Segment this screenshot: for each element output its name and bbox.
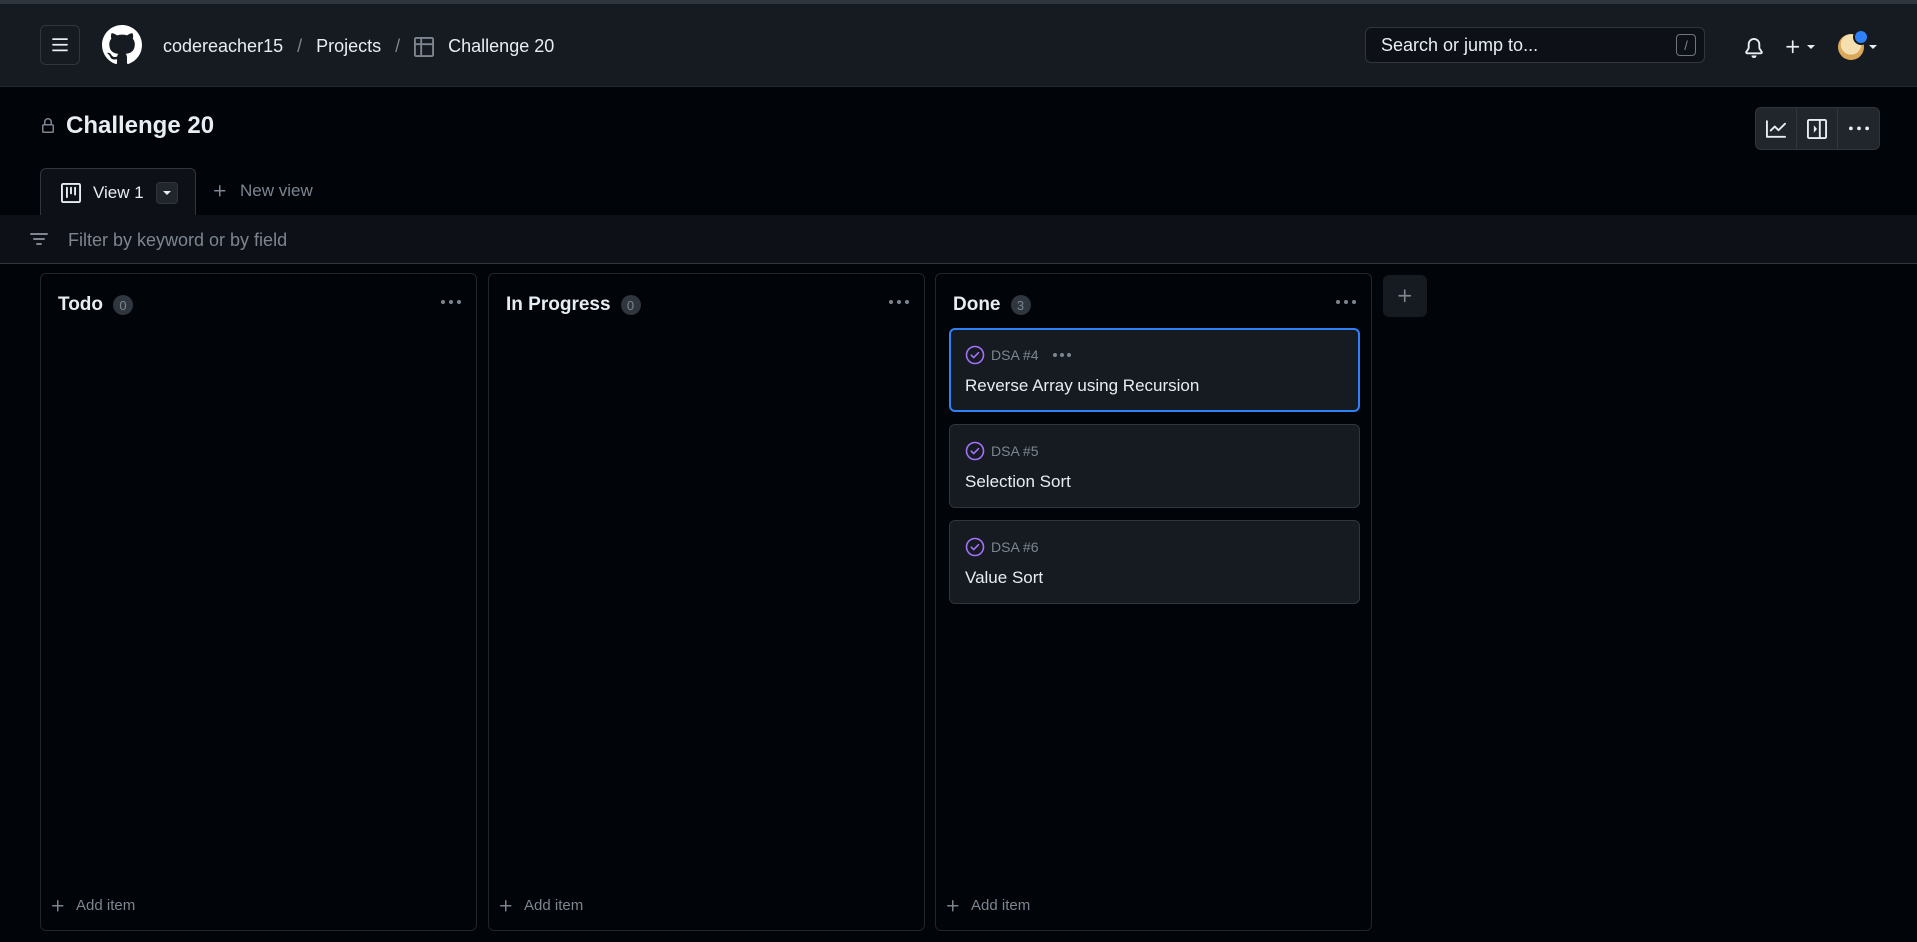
caret-down-icon	[1869, 45, 1877, 49]
count-badge: 3	[1010, 295, 1031, 315]
tab-label: View 1	[93, 182, 144, 202]
table-icon	[414, 36, 435, 57]
new-view-label: New view	[240, 181, 313, 200]
search-input[interactable]: Search or jump to... /	[1365, 27, 1705, 63]
plus-icon	[1786, 40, 1800, 54]
global-header: codereacher15 / Projects / Challenge 20 …	[0, 0, 1917, 87]
kebab-horizontal-icon	[441, 300, 461, 304]
create-new-button[interactable]	[1784, 38, 1816, 56]
card-title[interactable]: Reverse Array using Recursion	[965, 376, 1199, 396]
sidebar-icon	[1807, 118, 1827, 139]
add-item-label: Add item	[76, 897, 136, 914]
view-tabs: View 1 New view	[0, 168, 1917, 216]
new-view-button[interactable]: New view	[212, 181, 313, 201]
notification-dot	[1853, 29, 1869, 45]
plus-icon	[1398, 289, 1412, 303]
user-menu-button[interactable]	[1838, 29, 1878, 60]
breadcrumb-projects[interactable]: Projects	[316, 36, 381, 57]
column-more-button[interactable]	[888, 298, 910, 306]
column-header: Todo 0	[58, 294, 134, 316]
count-badge: 0	[620, 295, 641, 315]
plus-icon	[52, 899, 64, 911]
column-header: Done 3	[953, 294, 1031, 316]
column-done: Done 3 DSA #4 Reverse Array using Recurs…	[935, 273, 1372, 931]
card-meta: DSA #4	[965, 345, 1072, 365]
board-card[interactable]: DSA #6 Value Sort	[949, 520, 1360, 604]
tab-view-1[interactable]: View 1	[40, 168, 196, 216]
breadcrumb-separator: /	[297, 36, 303, 56]
kebab-horizontal-icon	[1848, 126, 1869, 130]
issue-closed-icon	[965, 441, 985, 461]
page-title[interactable]: Challenge 20	[66, 112, 214, 140]
card-title[interactable]: Selection Sort	[965, 472, 1071, 492]
caret-down-icon	[162, 190, 171, 195]
breadcrumb-separator: /	[395, 36, 401, 56]
column-todo: Todo 0 Add item	[40, 273, 477, 931]
column-title: In Progress	[506, 294, 611, 315]
graph-icon	[1766, 119, 1786, 138]
plus-icon	[500, 899, 512, 911]
card-title[interactable]: Value Sort	[965, 568, 1043, 588]
count-badge: 0	[113, 295, 134, 315]
filter-input[interactable]	[66, 225, 670, 255]
project-actions	[1755, 107, 1880, 150]
issue-closed-icon	[965, 537, 985, 557]
view-options-button[interactable]	[155, 181, 178, 204]
column-header: In Progress 0	[506, 294, 641, 316]
insights-button[interactable]	[1756, 108, 1797, 149]
add-item-button[interactable]: Add item	[50, 897, 135, 914]
kebab-horizontal-icon	[889, 300, 909, 304]
lock-icon	[42, 118, 54, 133]
column-title: Todo	[58, 294, 104, 315]
column-in-progress: In Progress 0 Add item	[488, 273, 925, 931]
project-title-row: Challenge 20	[40, 112, 214, 140]
add-item-label: Add item	[971, 897, 1031, 914]
search-placeholder: Search or jump to...	[1381, 34, 1539, 55]
plus-icon	[947, 899, 959, 911]
kebab-horizontal-icon	[1336, 300, 1356, 304]
filter-icon	[30, 233, 48, 245]
avatar	[1838, 29, 1869, 60]
card-ref: DSA #5	[991, 443, 1039, 459]
more-options-button[interactable]	[1838, 108, 1879, 149]
add-item-button[interactable]: Add item	[945, 897, 1030, 914]
breadcrumb-project[interactable]: Challenge 20	[448, 36, 554, 57]
filter-bar	[0, 215, 1917, 264]
kebab-horizontal-icon[interactable]	[1052, 352, 1072, 358]
column-title: Done	[953, 294, 1001, 315]
notifications-button[interactable]	[1744, 38, 1764, 58]
board-card[interactable]: DSA #4 Reverse Array using Recursion	[949, 328, 1360, 412]
menu-button[interactable]	[40, 25, 80, 65]
menu-icon	[52, 38, 68, 52]
add-item-label: Add item	[524, 897, 584, 914]
column-more-button[interactable]	[1335, 298, 1357, 306]
card-meta: DSA #5	[965, 441, 1038, 461]
add-column-button[interactable]	[1383, 275, 1427, 317]
side-panel-button[interactable]	[1797, 108, 1838, 149]
card-meta: DSA #6	[965, 537, 1038, 557]
caret-down-icon	[1807, 45, 1815, 49]
search-shortcut-key: /	[1676, 34, 1696, 56]
breadcrumb-owner[interactable]: codereacher15	[163, 36, 283, 57]
plus-icon	[214, 185, 226, 197]
column-more-button[interactable]	[440, 298, 462, 306]
board-card[interactable]: DSA #5 Selection Sort	[949, 424, 1360, 508]
issue-closed-icon	[965, 345, 985, 365]
breadcrumb: codereacher15 / Projects / Challenge 20	[163, 36, 554, 57]
card-ref: DSA #4	[991, 347, 1039, 363]
board-icon	[61, 182, 81, 203]
card-ref: DSA #6	[991, 539, 1039, 555]
add-item-button[interactable]: Add item	[498, 897, 583, 914]
github-logo[interactable]	[102, 25, 142, 65]
bell-icon	[1745, 38, 1763, 58]
